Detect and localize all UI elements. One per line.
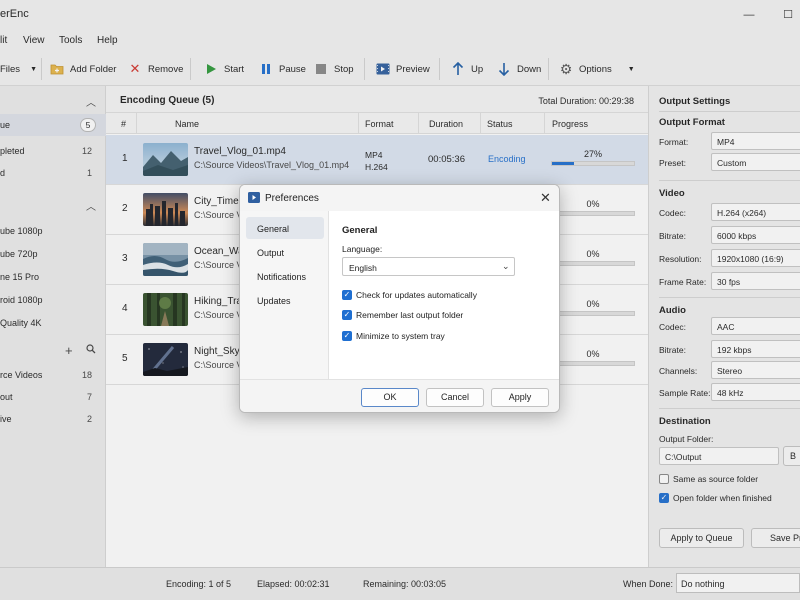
language-select[interactable]: English ⌄: [342, 257, 515, 276]
dialog-title-bar: Preferences ✕: [240, 185, 559, 211]
chevron-down-icon: ⌄: [502, 261, 510, 271]
remember-folder-checkbox[interactable]: ✓: [342, 310, 352, 320]
language-label: Language:: [342, 244, 383, 254]
cancel-button[interactable]: Cancel: [426, 388, 484, 407]
language-value: English: [349, 263, 377, 273]
nav-updates[interactable]: Updates: [246, 289, 324, 311]
app-icon: [248, 192, 260, 205]
minimize-tray-checkbox[interactable]: ✓: [342, 331, 352, 341]
ok-button[interactable]: OK: [361, 388, 419, 407]
preferences-nav: General Output Notifications Updates: [240, 211, 329, 379]
close-icon[interactable]: ✕: [540, 190, 551, 206]
check-updates-label: Check for updates automatically: [356, 290, 477, 300]
dialog-footer: OK Cancel Apply: [240, 379, 559, 412]
check-updates-checkbox[interactable]: ✓: [342, 290, 352, 300]
section-title: General: [342, 225, 378, 236]
nav-general[interactable]: General: [246, 217, 324, 239]
minimize-tray-label: Minimize to system tray: [356, 331, 445, 341]
nav-notifications[interactable]: Notifications: [246, 265, 324, 287]
apply-button[interactable]: Apply: [491, 388, 549, 407]
remember-folder-label: Remember last output folder: [356, 310, 464, 320]
preferences-dialog: Preferences ✕ General Output Notificatio…: [239, 184, 560, 413]
preferences-content: General Language: English ⌄ ✓ Check for …: [329, 211, 559, 379]
dialog-title: Preferences: [265, 193, 319, 204]
nav-output[interactable]: Output: [246, 241, 324, 263]
